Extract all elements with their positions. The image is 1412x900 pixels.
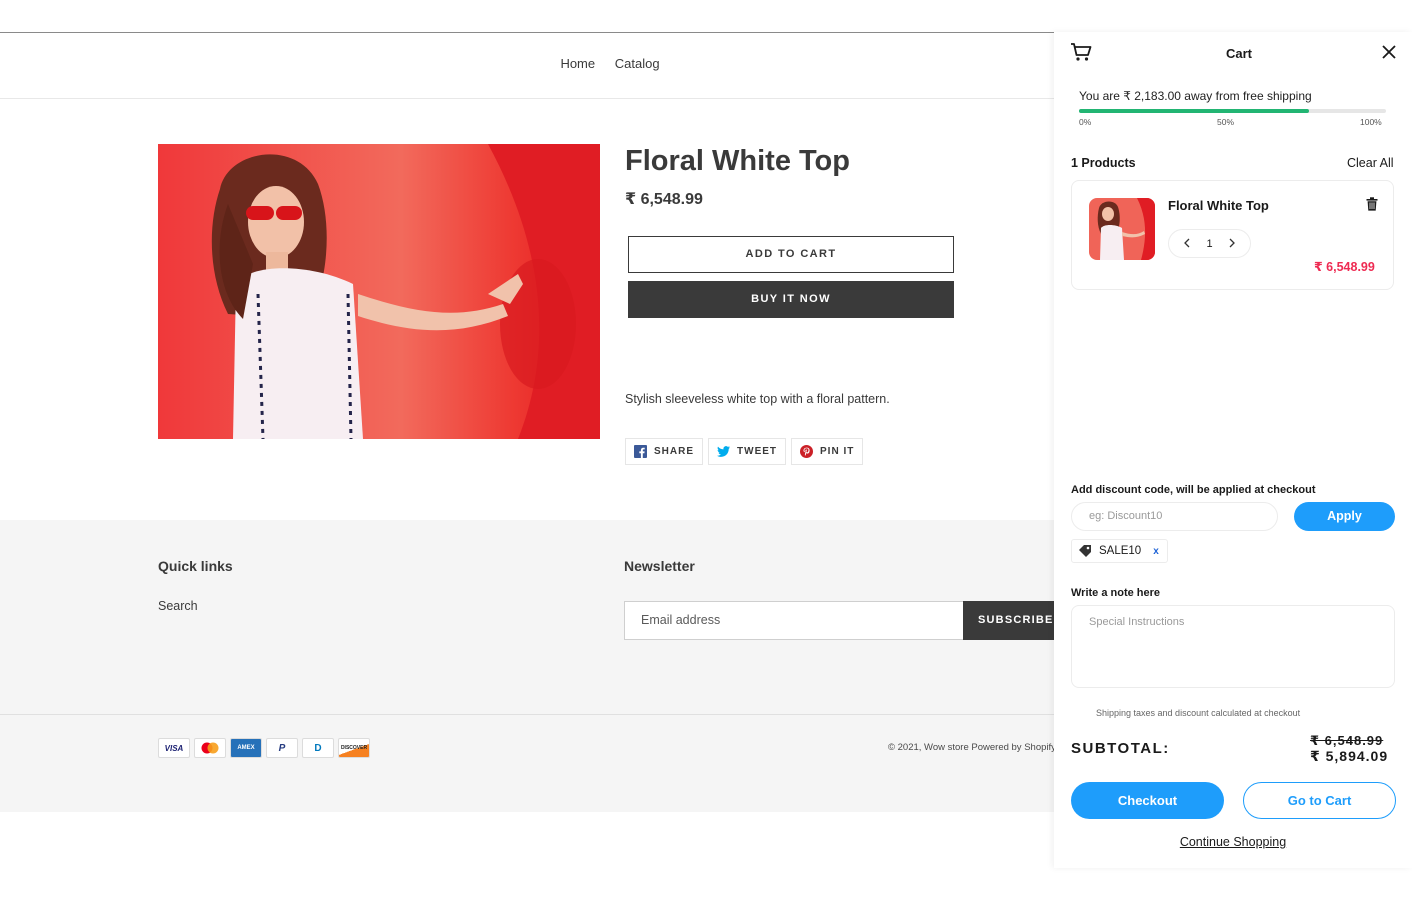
paypal-icon: P (266, 738, 298, 758)
original-total: ₹ 6,548.99 (1310, 733, 1384, 748)
share-buttons: SHARE TWEET PIN IT (625, 438, 864, 465)
quick-links-heading: Quick links (158, 558, 233, 574)
subtotal-label: SUBTOTAL: (1071, 740, 1170, 757)
cart-item: Floral White Top 1 ₹ 6,548.99 (1071, 180, 1394, 290)
discount-label: Add discount code, will be applied at ch… (1071, 484, 1316, 496)
newsletter-heading: Newsletter (624, 558, 695, 574)
checkout-calculation-note: Shipping taxes and discount calculated a… (1096, 708, 1301, 718)
checkout-button[interactable]: Checkout (1071, 782, 1224, 819)
diners-icon: D (302, 738, 334, 758)
product-description: Stylish sleeveless white top with a flor… (625, 392, 890, 406)
cart-item-price: ₹ 6,548.99 (1314, 260, 1375, 274)
decrease-quantity-button[interactable] (1183, 237, 1190, 251)
copyright-text: © 2021, Wow store Powered by Shopify (888, 742, 1056, 753)
buy-it-now-button[interactable]: BUY IT NOW (628, 281, 954, 318)
clear-all-button[interactable]: Clear All (1347, 156, 1394, 170)
progress-label-0: 0% (1079, 117, 1092, 127)
increase-quantity-button[interactable] (1229, 237, 1236, 251)
special-instructions-textarea[interactable]: Special Instructions (1071, 605, 1395, 688)
products-count: 1 Products (1071, 156, 1136, 170)
share-twitter-button[interactable]: TWEET (708, 438, 787, 465)
pinterest-icon (800, 445, 814, 458)
nav-home-link[interactable]: Home (560, 56, 595, 71)
facebook-icon (634, 445, 647, 458)
tag-icon (1078, 544, 1092, 558)
product-image[interactable] (158, 144, 600, 439)
nav-catalog-link[interactable]: Catalog (615, 56, 660, 71)
quantity-value: 1 (1206, 237, 1213, 250)
cart-drawer: Cart You are ₹ 2,183.00 away from free s… (1054, 32, 1412, 868)
newsletter-email-input[interactable]: Email address (624, 601, 964, 640)
payment-icons: VISA AMEX P D DISCOVER (158, 738, 370, 758)
cart-item-name[interactable]: Floral White Top (1168, 198, 1269, 213)
note-label: Write a note here (1071, 587, 1161, 599)
trash-icon[interactable] (1366, 197, 1378, 211)
progress-label-100: 100% (1360, 117, 1382, 127)
discount-code-input[interactable]: eg: Discount10 (1071, 502, 1278, 531)
free-shipping-message: You are ₹ 2,183.00 away from free shippi… (1079, 89, 1312, 103)
shipping-progress-fill (1079, 109, 1310, 113)
discover-icon: DISCOVER (338, 738, 370, 758)
cart-item-thumbnail (1089, 198, 1155, 260)
mastercard-icon (194, 738, 226, 758)
footer-search-link[interactable]: Search (158, 599, 198, 613)
share-pinterest-label: PIN IT (820, 446, 855, 457)
twitter-icon (717, 445, 731, 458)
discounted-total: ₹ 5,894.09 (1310, 748, 1389, 764)
progress-label-50: 50% (1217, 117, 1235, 127)
cart-title: Cart (1225, 46, 1252, 61)
subscribe-button[interactable]: SUBSCRIBE (963, 601, 1063, 640)
coupon-code: SALE10 (1099, 545, 1142, 557)
quantity-stepper: 1 (1168, 229, 1251, 258)
share-facebook-label: SHARE (654, 446, 695, 457)
close-icon[interactable] (1382, 45, 1396, 59)
share-twitter-label: TWEET (737, 446, 778, 457)
share-facebook-button[interactable]: SHARE (625, 438, 704, 465)
go-to-cart-button[interactable]: Go to Cart (1243, 782, 1396, 819)
visa-icon: VISA (158, 738, 190, 758)
shipping-progress-bar (1079, 109, 1386, 113)
main-nav: Home Catalog (0, 56, 1220, 71)
add-to-cart-button[interactable]: ADD TO CART (628, 236, 954, 273)
product-price: ₹ 6,548.99 (625, 191, 703, 208)
product-title: Floral White Top (625, 145, 850, 177)
amex-icon: AMEX (230, 738, 262, 758)
continue-shopping-link[interactable]: Continue Shopping (1054, 835, 1412, 849)
applied-coupon: SALE10 x (1071, 539, 1168, 563)
apply-discount-button[interactable]: Apply (1294, 502, 1395, 531)
remove-coupon-button[interactable]: x (1153, 546, 1159, 557)
share-pinterest-button[interactable]: PIN IT (791, 438, 864, 465)
